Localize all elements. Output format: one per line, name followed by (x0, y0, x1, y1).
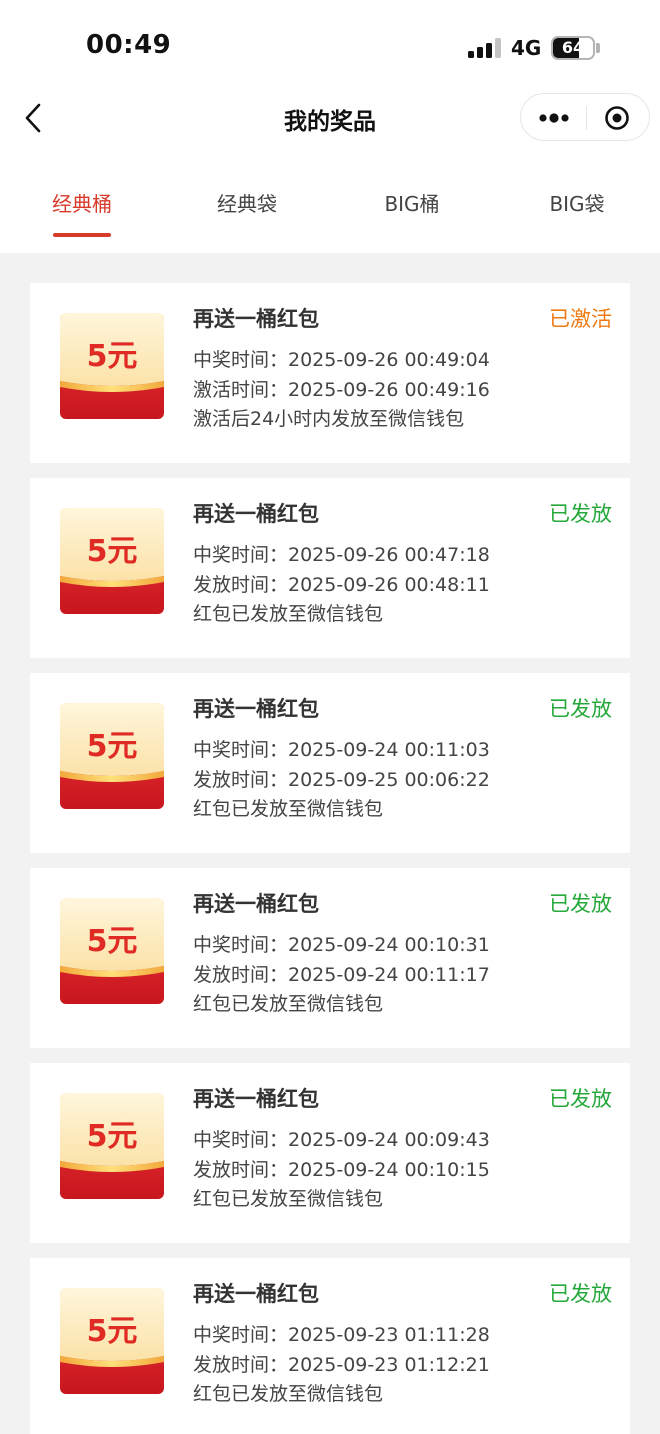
svg-text:5元: 5元 (87, 729, 138, 764)
tab-big-bucket[interactable]: BIG桶 (352, 188, 472, 217)
prize-note: 红包已发放至微信钱包 (193, 798, 384, 820)
battery-icon: 64 (551, 36, 595, 60)
prize-name: 再送一桶红包 (193, 502, 319, 526)
prize-status-badge: 已发放 (549, 502, 612, 526)
prize-name: 再送一桶红包 (193, 892, 319, 916)
prize-note: 激活后24小时内发放至微信钱包 (193, 408, 465, 430)
svg-text:5元: 5元 (87, 924, 138, 959)
red-envelope-icon: 5元 (58, 311, 166, 421)
win-time-row: 中奖时间：2025-09-24 00:10:31 (193, 934, 490, 956)
prize-card[interactable]: 5元 再送一桶红包 已发放 中奖时间：2025-09-24 00:09:43 发… (30, 1063, 630, 1243)
mini-program-capsule (520, 93, 650, 141)
tab-big-bag[interactable]: BIG袋 (517, 188, 637, 217)
second-time-row: 激活时间：2025-09-26 00:49:16 (193, 379, 490, 401)
prize-name: 再送一桶红包 (193, 697, 319, 721)
svg-text:5元: 5元 (87, 339, 138, 374)
prize-note: 红包已发放至微信钱包 (193, 1188, 384, 1210)
prize-status-badge: 已激活 (549, 307, 612, 331)
red-envelope-icon: 5元 (58, 1091, 166, 1201)
prize-note: 红包已发放至微信钱包 (193, 993, 384, 1015)
capsule-divider (586, 106, 587, 130)
prize-status-badge: 已发放 (549, 892, 612, 916)
win-time-row: 中奖时间：2025-09-24 00:11:03 (193, 739, 490, 761)
red-envelope-icon: 5元 (58, 896, 166, 1006)
prize-note: 红包已发放至微信钱包 (193, 603, 384, 625)
network-type: 4G (511, 36, 542, 60)
battery-level: 64 (561, 38, 585, 57)
prize-card[interactable]: 5元 再送一桶红包 已发放 中奖时间：2025-09-24 00:11:03 发… (30, 673, 630, 853)
status-time: 00:49 (86, 30, 172, 60)
svg-text:5元: 5元 (87, 1314, 138, 1349)
second-time-row: 发放时间：2025-09-24 00:11:17 (193, 964, 490, 986)
prize-note: 红包已发放至微信钱包 (193, 1383, 384, 1405)
second-time-row: 发放时间：2025-09-23 01:12:21 (193, 1354, 490, 1376)
prize-card[interactable]: 5元 再送一桶红包 已发放 中奖时间：2025-09-23 01:11:28 发… (30, 1258, 630, 1434)
prize-name: 再送一桶红包 (193, 307, 319, 331)
header-area: 00:49 4G 64 我的奖品 经典桶 经典袋 BIG桶 BIG袋 (0, 0, 660, 253)
win-time-row: 中奖时间：2025-09-26 00:47:18 (193, 544, 490, 566)
red-envelope-icon: 5元 (58, 506, 166, 616)
second-time-row: 发放时间：2025-09-26 00:48:11 (193, 574, 490, 596)
active-tab-indicator (53, 233, 111, 237)
prize-name: 再送一桶红包 (193, 1282, 319, 1306)
win-time-row: 中奖时间：2025-09-23 01:11:28 (193, 1324, 490, 1346)
battery-cap (596, 43, 600, 53)
red-envelope-icon: 5元 (58, 701, 166, 811)
prize-card[interactable]: 5元 再送一桶红包 已激活 中奖时间：2025-09-26 00:49:04 激… (30, 283, 630, 463)
signal-icon (468, 38, 502, 58)
win-time-row: 中奖时间：2025-09-26 00:49:04 (193, 349, 490, 371)
tab-classic-bag[interactable]: 经典袋 (187, 188, 307, 217)
svg-text:5元: 5元 (87, 1119, 138, 1154)
second-time-row: 发放时间：2025-09-24 00:10:15 (193, 1159, 490, 1181)
tab-classic-bucket[interactable]: 经典桶 (22, 188, 142, 217)
svg-text:5元: 5元 (87, 534, 138, 569)
prize-status-badge: 已发放 (549, 697, 612, 721)
more-icon[interactable] (537, 108, 571, 128)
prize-name: 再送一桶红包 (193, 1087, 319, 1111)
prize-status-badge: 已发放 (549, 1087, 612, 1111)
prize-status-badge: 已发放 (549, 1282, 612, 1306)
second-time-row: 发放时间：2025-09-25 00:06:22 (193, 769, 490, 791)
close-target-icon[interactable] (604, 105, 630, 131)
prize-card[interactable]: 5元 再送一桶红包 已发放 中奖时间：2025-09-26 00:47:18 发… (30, 478, 630, 658)
win-time-row: 中奖时间：2025-09-24 00:09:43 (193, 1129, 490, 1151)
red-envelope-icon: 5元 (58, 1286, 166, 1396)
prize-card[interactable]: 5元 再送一桶红包 已发放 中奖时间：2025-09-24 00:10:31 发… (30, 868, 630, 1048)
